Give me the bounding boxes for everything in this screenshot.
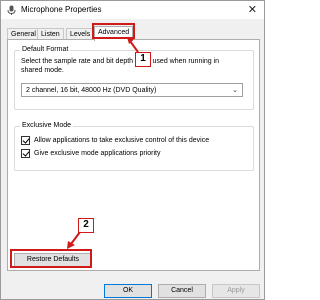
ok-button[interactable]: OK	[104, 284, 152, 298]
sample-rate-dropdown[interactable]: 2 channel, 16 bit, 48000 Hz (DVD Quality…	[21, 83, 243, 97]
annotation-arrow-2	[67, 231, 81, 249]
window-title: Microphone Properties	[21, 5, 102, 14]
chevron-down-icon: ⌄	[232, 86, 238, 94]
default-format-label: Default Format	[20, 46, 71, 53]
close-icon[interactable]: ✕	[248, 3, 257, 16]
microphone-icon	[7, 5, 16, 15]
exclusive-mode-label: Exclusive Mode	[20, 122, 74, 129]
annotation-badge-1: 1	[135, 52, 151, 67]
exclusive-priority-label: Give exclusive mode applications priorit…	[34, 150, 161, 157]
exclusive-control-label: Allow applications to take exclusive con…	[34, 137, 210, 144]
default-format-description: Select the sample rate and bit depth to …	[21, 58, 220, 74]
exclusive-control-checkbox[interactable]	[21, 136, 30, 145]
exclusive-mode-group: Exclusive Mode Allow applications to tak…	[14, 122, 254, 171]
apply-button[interactable]: Apply	[212, 284, 260, 298]
annotation-highlight-restore-defaults	[10, 249, 92, 268]
title-bar: Microphone Properties ✕	[1, 1, 264, 19]
cancel-button[interactable]: Cancel	[158, 284, 206, 298]
sample-rate-value: 2 channel, 16 bit, 48000 Hz (DVD Quality…	[26, 87, 157, 94]
advanced-tab-panel: Default Format Select the sample rate an…	[7, 39, 260, 271]
annotation-badge-2: 2	[78, 218, 94, 233]
default-format-group: Default Format Select the sample rate an…	[14, 46, 254, 110]
exclusive-priority-checkbox[interactable]	[21, 149, 30, 158]
